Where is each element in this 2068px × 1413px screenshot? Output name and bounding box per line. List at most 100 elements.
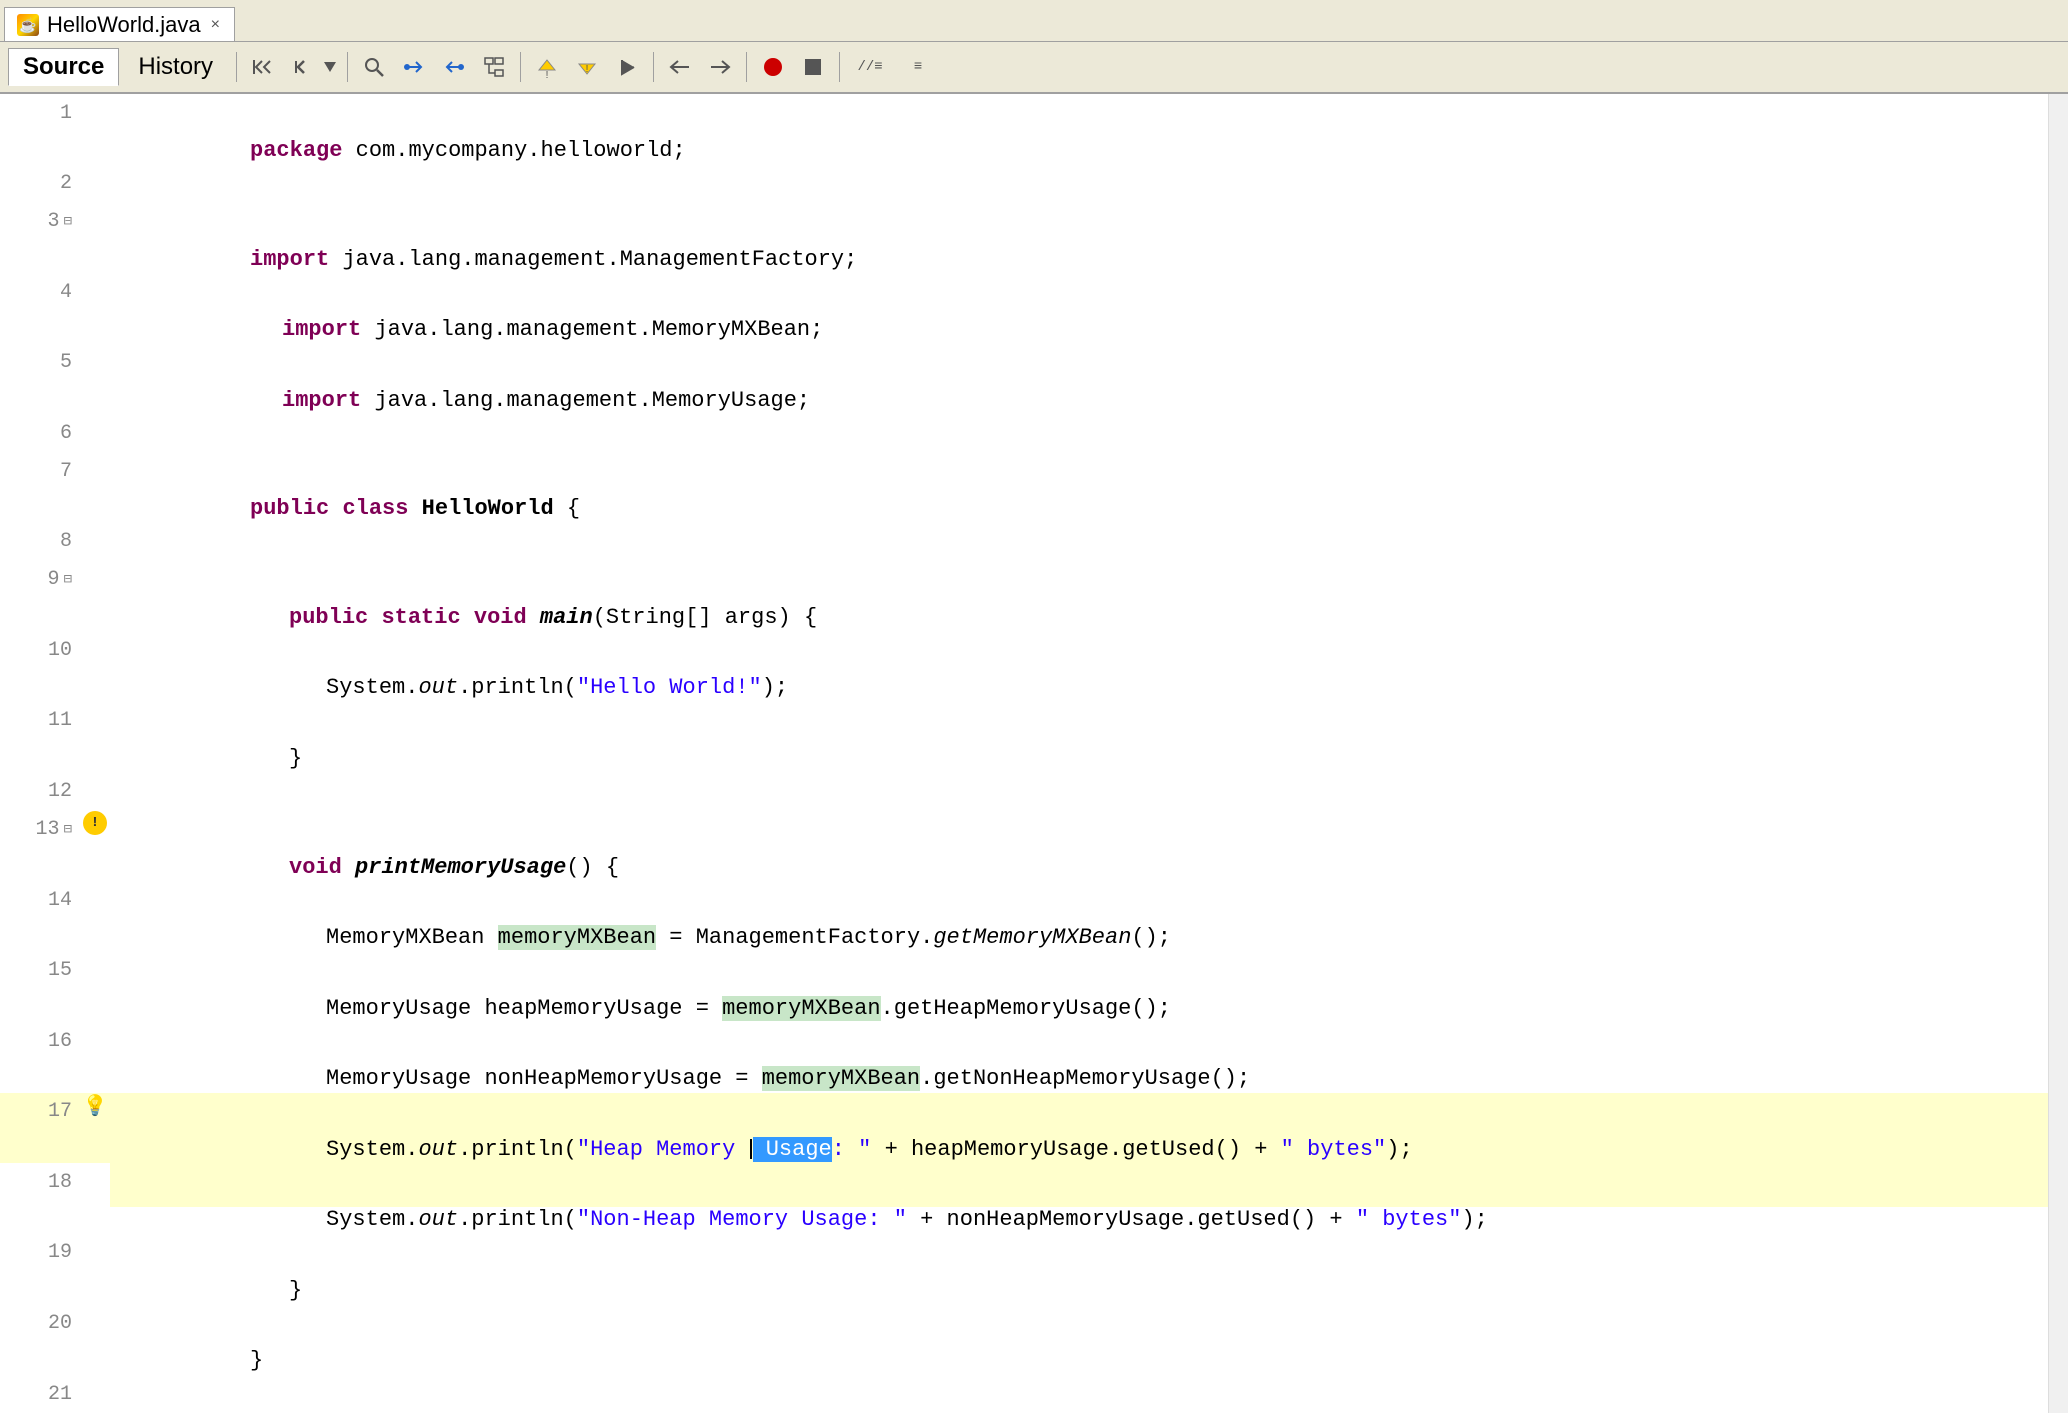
keyword: public [289,605,381,630]
stop-button[interactable] [795,49,831,85]
code-text: MemoryUsage heapMemoryUsage = [326,996,722,1021]
toggle-uncomment-button[interactable]: ≡ [896,49,940,85]
line-number: 20 [48,1312,72,1335]
table-row: 15 MemoryUsage heapMemoryUsage = memoryM… [0,952,2048,1023]
java-file-icon: ☕ [17,14,39,36]
code-text: System. [326,1137,418,1162]
toggle-breakpoint-button[interactable] [755,49,791,85]
keyword: void [474,605,540,630]
method-ref: getMemoryMXBean [933,925,1131,950]
highlighted-var: memoryMXBean [722,996,880,1021]
lightbulb-icon[interactable]: 💡 [83,1093,108,1119]
nav-backward-button[interactable] [662,49,698,85]
line-gutter-3: 3 ⊟ [0,203,80,241]
code-text: + nonHeapMemoryUsage.getUsed() + [907,1207,1356,1232]
code-text: .println( [458,1207,577,1232]
nav-buttons [245,49,339,85]
string-literal: "Non-Heap Memory Usage: " [577,1207,907,1232]
dropdown-btn[interactable] [321,49,339,85]
method-name: printMemoryUsage [355,855,566,880]
code-text: com.mycompany.helloworld; [356,138,686,163]
table-row: 4 import java.lang.management.MemoryMXBe… [0,273,2048,344]
line-gutter-1: 1 [0,94,80,132]
line-gutter-16: 16 [0,1022,80,1060]
tab-label: HelloWorld.java [47,12,201,38]
keyword: public [250,496,342,521]
tab-bar: ☕ HelloWorld.java × [0,0,2068,42]
toggle-comment-button[interactable]: //≡ [848,49,892,85]
class-name: HelloWorld [422,496,554,521]
keyword: void [289,855,355,880]
line-indicator-17: 💡 [80,1093,110,1119]
tab-close-button[interactable]: × [209,16,222,34]
selected-text: Usage [753,1137,832,1162]
prev-edit-button[interactable] [283,49,319,85]
vertical-scrollbar[interactable] [2048,94,2068,1413]
open-declaration-button[interactable] [396,49,432,85]
file-tab[interactable]: ☕ HelloWorld.java × [4,7,235,41]
table-row: 14 MemoryMXBean memoryMXBean = Managemen… [0,881,2048,952]
line-gutter-14: 14 [0,881,80,919]
nav-forward-button[interactable] [702,49,738,85]
line-gutter-4: 4 [0,273,80,311]
code-text: .getNonHeapMemoryUsage(); [920,1066,1250,1091]
keyword: package [250,138,356,163]
code-text: java.lang.management.ManagementFactory; [342,247,857,272]
search-button[interactable] [356,49,392,85]
string-literal: "Heap Memory [577,1137,749,1162]
fold-icon[interactable]: ⊟ [64,821,72,838]
code-text: ); [762,675,788,700]
line-number: 9 [48,568,60,591]
source-tab[interactable]: Source [8,48,119,86]
line-number: 8 [60,530,72,553]
code-text: } [289,746,302,771]
editor-area: 1 package com.mycompany.helloworld; 2 3 [0,94,2068,1413]
fold-icon[interactable]: ⊟ [64,571,72,588]
code-text: ); [1386,1137,1412,1162]
code-area[interactable]: 1 package com.mycompany.helloworld; 2 3 [0,94,2048,1413]
table-row: 12 [0,773,2048,811]
open-type-button[interactable] [436,49,472,85]
line-number: 11 [48,709,72,732]
line-number: 21 [48,1383,72,1406]
method-ref: out [418,675,458,700]
string-literal: : " [832,1137,885,1162]
line-number: 18 [48,1171,72,1194]
highlighted-var: memoryMXBean [498,925,656,950]
svg-text:!: ! [586,64,589,75]
table-row: 10 System.out.println("Hello World!"); [0,631,2048,702]
open-call-hierarchy-button[interactable] [476,49,512,85]
warning-icon: ! [83,811,107,835]
line-number: 3 [48,210,60,233]
line-content-8[interactable] [110,523,2048,561]
code-text: { [554,496,580,521]
toolbar-separator-2 [347,52,348,82]
table-row: 20 } [0,1304,2048,1375]
line-content-21[interactable] [110,1375,2048,1413]
text-cursor [750,1139,752,1159]
table-row: 8 [0,523,2048,561]
toolbar-separator-3 [520,52,521,82]
last-edit-location-button[interactable] [609,49,645,85]
line-content-6[interactable] [110,414,2048,452]
line-gutter-12: 12 [0,773,80,811]
line-content-12[interactable] [110,773,2048,811]
code-text: (); [1131,925,1171,950]
next-annotation-button[interactable]: ! [569,49,605,85]
back-to-previous-button[interactable] [245,49,281,85]
table-row: 2 [0,165,2048,203]
prev-annotation-button[interactable]: ! [529,49,565,85]
fold-icon[interactable]: ⊟ [64,213,72,230]
line-content-2[interactable] [110,165,2048,203]
history-tab[interactable]: History [123,48,228,86]
code-text: .getHeapMemoryUsage(); [881,996,1171,1021]
toolbar-separator-4 [653,52,654,82]
comment-icon: //≡ [857,59,882,75]
line-gutter-6: 6 [0,414,80,452]
line-number: 10 [48,639,72,662]
string-literal: " bytes" [1281,1137,1387,1162]
line-gutter-10: 10 [0,631,80,669]
line-gutter-5: 5 [0,344,80,382]
line-number: 19 [48,1241,72,1264]
code-text: () { [566,855,619,880]
